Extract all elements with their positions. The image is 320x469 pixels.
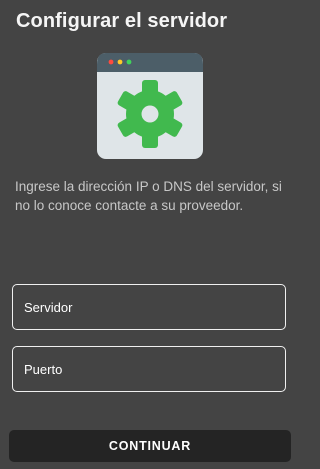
page-title: Configurar el servidor xyxy=(16,10,228,32)
server-configuration-illustration xyxy=(96,52,204,160)
server-input[interactable] xyxy=(13,285,285,329)
server-instructions: Ingrese la dirección IP o DNS del servid… xyxy=(15,179,282,213)
server-field[interactable] xyxy=(12,284,286,330)
continue-button[interactable]: CONTINUAR xyxy=(9,430,291,462)
settings-window-icon xyxy=(97,53,203,159)
window-dot-green xyxy=(126,59,132,65)
window-dot-yellow xyxy=(117,59,123,65)
window-dot-red xyxy=(108,59,114,65)
port-input[interactable] xyxy=(13,347,285,391)
port-field[interactable] xyxy=(12,346,286,392)
